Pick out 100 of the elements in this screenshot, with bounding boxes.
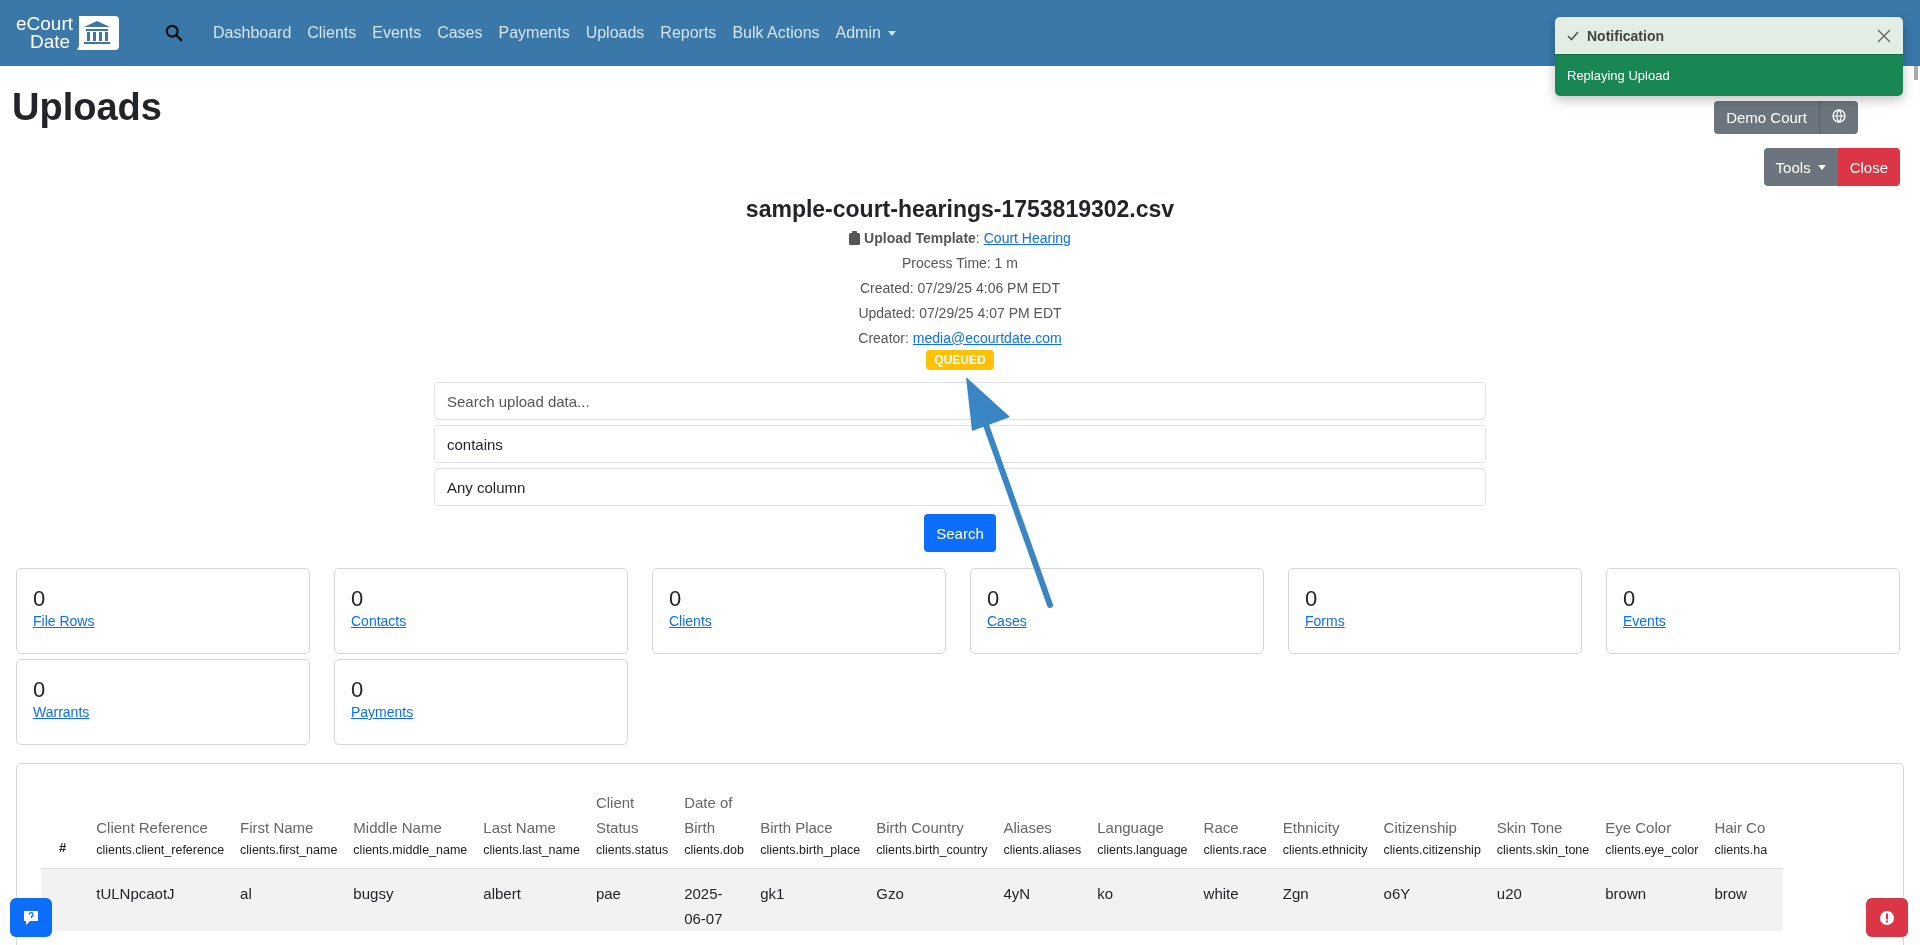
table-cell-text: brown bbox=[1605, 884, 1647, 904]
column-select[interactable]: Any column bbox=[434, 468, 1486, 506]
table-cell-text: al bbox=[240, 884, 252, 904]
nav-link[interactable]: Uploads bbox=[585, 24, 645, 42]
courthouse-icon bbox=[75, 16, 120, 50]
toast-message: Replaying Upload bbox=[1555, 55, 1903, 96]
clipboard-icon bbox=[849, 230, 861, 245]
column-header: Eye Color bbox=[1605, 818, 1673, 838]
column-key: clients.ethnicity bbox=[1282, 840, 1368, 860]
stat-link[interactable]: Clients bbox=[669, 613, 712, 629]
column-header: Skin Tone bbox=[1496, 818, 1564, 838]
nav-link[interactable]: Events bbox=[372, 24, 422, 42]
globe-icon bbox=[1832, 108, 1846, 123]
column-key: clients.ha bbox=[1714, 840, 1768, 860]
check-icon bbox=[1567, 30, 1579, 41]
nav-link[interactable]: Payments bbox=[498, 24, 570, 42]
stat-link[interactable]: Contacts bbox=[351, 613, 407, 629]
column-key: clients.eye_color bbox=[1605, 840, 1699, 860]
column-header: Birth Country bbox=[876, 818, 965, 838]
column-header: Client Reference bbox=[96, 818, 209, 838]
column-header: Hair Co bbox=[1714, 818, 1767, 838]
logo-text: Date bbox=[29, 33, 72, 51]
table-cell-text: pae bbox=[595, 884, 621, 904]
column-header: Ethnicity bbox=[1282, 818, 1341, 838]
column-header: Date of Birth bbox=[684, 793, 734, 838]
column-key: clients.dob bbox=[684, 840, 745, 860]
column-key: clients.status bbox=[595, 840, 669, 860]
table-cell-text: gk1 bbox=[760, 884, 785, 904]
column-key: clients.race bbox=[1203, 840, 1267, 860]
creator-email-link[interactable]: media@ecourtdate.com bbox=[912, 329, 1062, 346]
column-header: Language bbox=[1097, 818, 1165, 838]
table-cell-text: white bbox=[1203, 884, 1239, 904]
column-header: Citizenship bbox=[1383, 818, 1458, 838]
column-key: clients.last_name bbox=[483, 840, 580, 860]
close-icon[interactable] bbox=[1877, 28, 1891, 43]
column-header: Client Status bbox=[595, 793, 640, 838]
stat-link[interactable]: Payments bbox=[351, 704, 414, 720]
nav-link[interactable]: Admin bbox=[835, 24, 896, 42]
stat-count: 0 bbox=[33, 676, 46, 704]
nav-link[interactable]: Cases bbox=[437, 24, 483, 42]
stat-link[interactable]: Events bbox=[1623, 613, 1666, 629]
logo-text: eCourt bbox=[16, 15, 74, 33]
template-link[interactable]: Court Hearing bbox=[983, 229, 1071, 246]
stat-link[interactable]: Cases bbox=[987, 613, 1027, 629]
nav-link[interactable]: Clients bbox=[307, 24, 357, 42]
stat-link[interactable]: Warrants bbox=[33, 704, 90, 720]
operator-select[interactable]: contains bbox=[434, 425, 1486, 463]
chat-help-icon bbox=[23, 909, 39, 926]
logo[interactable]: eCourt Date bbox=[16, 15, 120, 51]
stat-count: 0 bbox=[987, 585, 1000, 613]
search-button[interactable]: Search bbox=[924, 514, 996, 552]
table-cell-text: o6Y bbox=[1383, 884, 1411, 904]
stat-count: 0 bbox=[351, 676, 364, 704]
column-key: clients.citizenship bbox=[1383, 840, 1481, 860]
updated-date: Updated: 07/29/25 4:07 PM EDT bbox=[858, 304, 1062, 321]
column-header: Last Name bbox=[483, 818, 557, 838]
stat-count: 0 bbox=[669, 585, 682, 613]
scrollbar[interactable] bbox=[1914, 66, 1918, 80]
table-cell-text: albert bbox=[483, 884, 521, 904]
column-key: clients.aliases bbox=[1003, 840, 1082, 860]
table-cell-text: brow bbox=[1714, 884, 1747, 904]
stat-count: 0 bbox=[1623, 585, 1636, 613]
search-icon[interactable] bbox=[165, 24, 184, 42]
status-badge: QUEUED bbox=[926, 350, 994, 370]
created-date: Created: 07/29/25 4:06 PM EDT bbox=[860, 279, 1060, 296]
help-button[interactable] bbox=[10, 898, 52, 937]
column-key: clients.first_name bbox=[240, 840, 338, 860]
toast-title: Notification bbox=[1587, 27, 1665, 44]
column-header: Middle Name bbox=[353, 818, 443, 838]
process-time: Process Time: 1 m bbox=[902, 254, 1018, 271]
nav-link[interactable]: Dashboard bbox=[213, 24, 292, 42]
template-label: Upload Template: bbox=[864, 229, 980, 246]
table-cell-text: 4yN bbox=[1003, 884, 1031, 904]
stat-count: 0 bbox=[33, 585, 46, 613]
column-key: clients.client_reference bbox=[96, 840, 225, 860]
close-button[interactable]: Close bbox=[1837, 148, 1900, 186]
file-name: sample-court-hearings-1753819302.csv bbox=[745, 196, 1175, 223]
table-cell-text: bugsy bbox=[353, 884, 394, 904]
language-button[interactable] bbox=[1820, 100, 1858, 134]
stat-count: 0 bbox=[351, 585, 364, 613]
column-header: First Name bbox=[240, 818, 315, 838]
tools-button[interactable]: Tools bbox=[1763, 148, 1838, 186]
column-key: clients.language bbox=[1097, 840, 1188, 860]
column-key: clients.birth_place bbox=[760, 840, 861, 860]
nav-link[interactable]: Bulk Actions bbox=[732, 24, 820, 42]
column-key: clients.birth_country bbox=[876, 840, 988, 860]
page-title: Uploads bbox=[12, 85, 162, 129]
column-header: Aliases bbox=[1003, 818, 1053, 838]
stat-link[interactable]: Forms bbox=[1305, 613, 1345, 629]
creator-label: Creator: bbox=[858, 329, 909, 346]
error-button[interactable] bbox=[1866, 898, 1908, 937]
stat-count: 0 bbox=[1305, 585, 1318, 613]
agency-button[interactable]: Demo Court bbox=[1714, 100, 1820, 134]
column-key: clients.skin_tone bbox=[1496, 840, 1590, 860]
stat-link[interactable]: File Rows bbox=[33, 613, 95, 629]
nav-link[interactable]: Reports bbox=[660, 24, 717, 42]
table-cell-text: 2025-06-07 bbox=[684, 884, 724, 929]
column-header: Race bbox=[1203, 818, 1240, 838]
table-cell-text: Zgn bbox=[1282, 884, 1309, 904]
search-field[interactable]: Search upload data... bbox=[434, 382, 1486, 420]
